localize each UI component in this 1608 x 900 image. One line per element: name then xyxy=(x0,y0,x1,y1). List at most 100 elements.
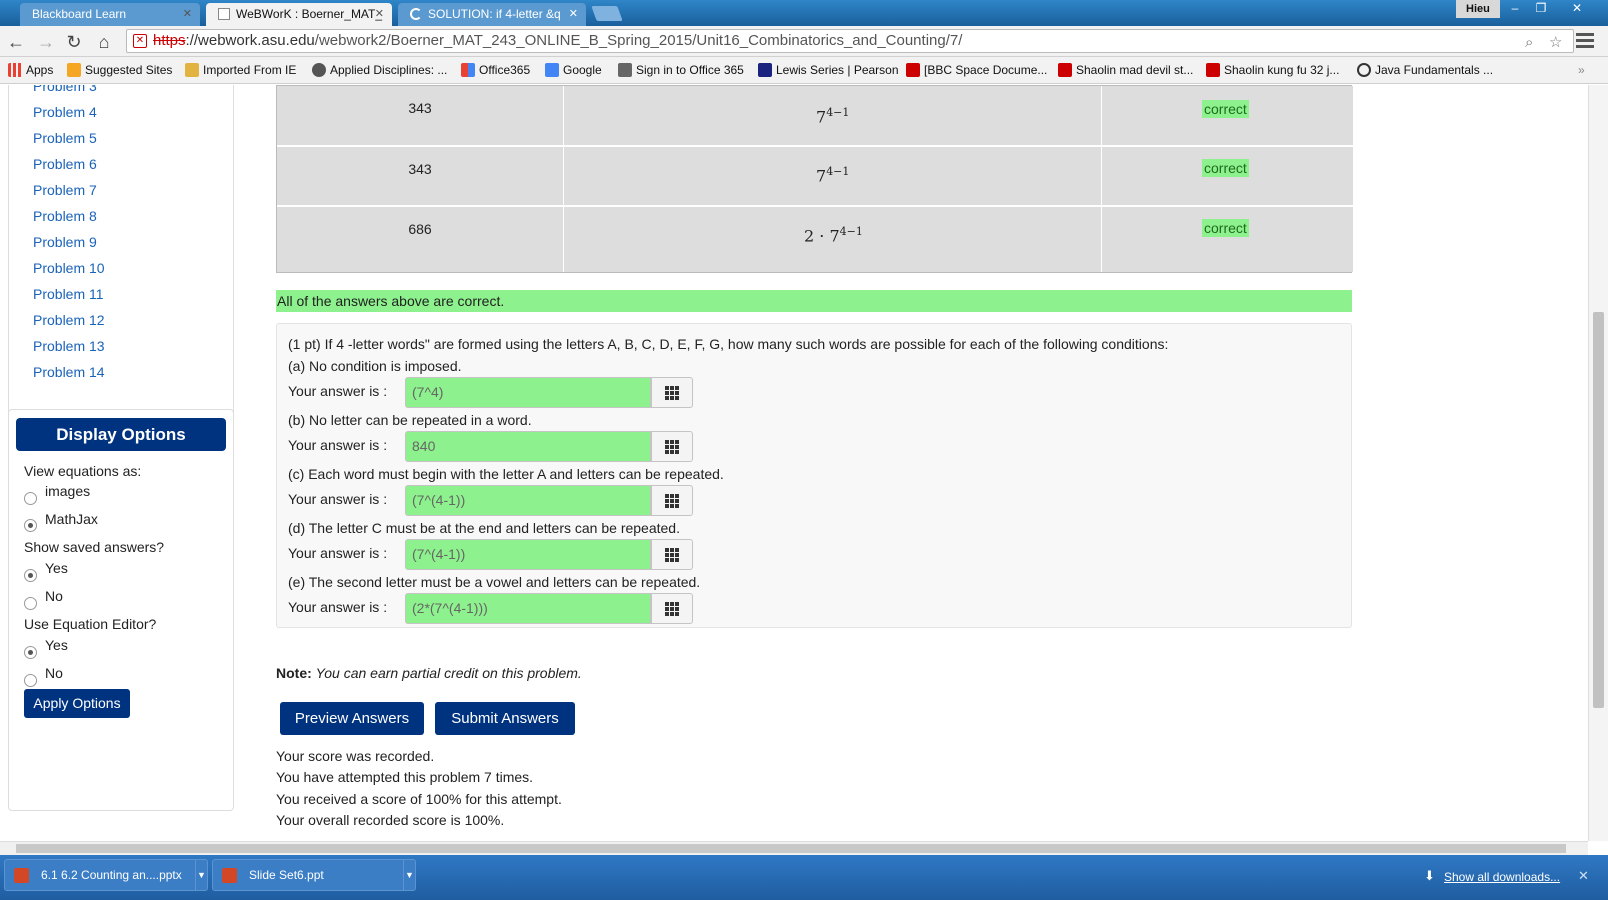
radio-saved-no[interactable] xyxy=(24,597,37,610)
bookmark-google[interactable]: Google xyxy=(545,62,602,78)
bookmark-label: Suggested Sites xyxy=(85,63,173,77)
browser-toolbar: ← → ↻ ⌂ ✕ https://webwork.asu.edu/webwor… xyxy=(0,26,1608,57)
page-icon xyxy=(218,8,230,20)
restore-icon[interactable]: ❐ xyxy=(1528,0,1554,18)
problem-link-4[interactable]: Problem 4 xyxy=(33,104,97,120)
display-options-title: Display Options xyxy=(16,418,226,451)
answer-input-c[interactable]: (7^(4-1)) xyxy=(405,485,651,516)
globe-icon xyxy=(312,63,326,77)
tab-solution[interactable]: SOLUTION: if 4-letter &q ✕ xyxy=(398,3,586,26)
horizontal-scrollbar[interactable] xyxy=(0,841,1588,855)
radio-saved-no-label: No xyxy=(45,588,63,604)
bookmarks-bar: Apps Suggested Sites Imported From IE Ap… xyxy=(0,57,1608,84)
apps-grid-icon xyxy=(8,63,22,77)
bookmark-imported-ie[interactable]: Imported From IE xyxy=(185,62,296,78)
answer-input-d[interactable]: (7^(4-1)) xyxy=(405,539,651,570)
equation-editor-button[interactable] xyxy=(651,485,693,516)
insecure-lock-icon[interactable]: ✕ xyxy=(133,34,147,48)
radio-images[interactable] xyxy=(24,492,37,505)
minimize-icon[interactable]: – xyxy=(1502,0,1528,18)
vertical-scrollbar[interactable] xyxy=(1588,85,1608,841)
bookmark-apps[interactable]: Apps xyxy=(8,62,53,78)
answer-preview: 74−1 xyxy=(816,165,849,185)
bookmark-shaolin-kung-fu[interactable]: Shaolin kung fu 32 j... xyxy=(1206,62,1339,78)
scrollbar-thumb[interactable] xyxy=(16,844,1566,853)
preview-answers-button[interactable]: Preview Answers xyxy=(280,702,424,735)
close-icon[interactable]: ✕ xyxy=(1578,868,1589,884)
star-icon[interactable]: ☆ xyxy=(1549,32,1562,52)
radio-mathjax[interactable] xyxy=(24,519,37,532)
equation-editor-button[interactable] xyxy=(651,377,693,408)
problem-statement: (1 pt) If 4 -letter words" are formed us… xyxy=(288,336,1169,352)
problem-link-8[interactable]: Problem 8 xyxy=(33,208,97,224)
menu-icon[interactable] xyxy=(1576,33,1594,49)
problem-link-13[interactable]: Problem 13 xyxy=(33,338,105,354)
bookmark-label: Applied Disciplines: ... xyxy=(330,63,448,77)
problem-link-3[interactable]: Problem 3 xyxy=(33,85,97,94)
equation-editor-button[interactable] xyxy=(651,431,693,462)
home-icon[interactable]: ⌂ xyxy=(92,30,116,54)
radio-editor-yes[interactable] xyxy=(24,646,37,659)
problem-link-12[interactable]: Problem 12 xyxy=(33,312,105,328)
close-icon[interactable]: ✕ xyxy=(183,3,192,25)
answer-input-a[interactable]: (7^4) xyxy=(405,377,651,408)
new-tab-button[interactable] xyxy=(591,6,623,21)
show-all-downloads-link[interactable]: Show all downloads... xyxy=(1444,870,1560,884)
radio-editor-no[interactable] xyxy=(24,674,37,687)
bookmark-lewis-series[interactable]: Lewis Series | Pearson xyxy=(758,62,899,78)
close-icon[interactable]: ✕ xyxy=(569,3,578,25)
equation-editor-button[interactable] xyxy=(651,593,693,624)
bookmark-shaolin-mad-devil[interactable]: Shaolin mad devil st... xyxy=(1058,62,1193,78)
bookmark-suggested-sites[interactable]: Suggested Sites xyxy=(67,62,172,78)
bookmark-office365[interactable]: Office365 xyxy=(461,62,530,78)
bookmark-java-fundamentals[interactable]: Java Fundamentals ... xyxy=(1357,62,1493,78)
radio-saved-yes[interactable] xyxy=(24,569,37,582)
search-icon[interactable]: ⌕ xyxy=(1525,32,1533,52)
tab-label: WeBWorK : Boerner_MAT_ xyxy=(236,7,383,21)
close-icon[interactable]: ✕ xyxy=(375,3,384,25)
problem-link-10[interactable]: Problem 10 xyxy=(33,260,105,276)
score-message: You received a score of 100% for this at… xyxy=(276,791,562,807)
bookmark-office365-signin[interactable]: Sign in to Office 365 xyxy=(618,62,744,78)
profile-name[interactable]: Hieu xyxy=(1456,0,1500,18)
submit-answers-button[interactable]: Submit Answers xyxy=(435,702,575,735)
radio-editor-no-label: No xyxy=(45,665,63,681)
correct-badge: correct xyxy=(1202,159,1249,177)
bookmark-bbc-space[interactable]: [BBC Space Docume... xyxy=(906,62,1047,78)
problem-link-9[interactable]: Problem 9 xyxy=(33,234,97,250)
bookmark-label: Shaolin kung fu 32 j... xyxy=(1224,63,1340,77)
radio-saved-yes-label: Yes xyxy=(45,560,68,576)
problem-link-6[interactable]: Problem 6 xyxy=(33,156,97,172)
ring-icon xyxy=(1357,63,1371,77)
chevron-down-icon[interactable]: ▼ xyxy=(403,860,415,890)
tab-label: SOLUTION: if 4-letter &q xyxy=(428,7,561,21)
download-item[interactable]: 6.1 6.2 Counting an....pptx ▼ xyxy=(4,859,208,891)
forward-icon[interactable]: → xyxy=(34,30,58,54)
close-window-icon[interactable]: ✕ xyxy=(1560,0,1594,18)
scrollbar-thumb[interactable] xyxy=(1593,312,1604,708)
youtube-icon xyxy=(1058,63,1072,77)
table-cell-result: correct xyxy=(1102,86,1353,147)
chevron-down-icon[interactable]: ▼ xyxy=(195,860,207,890)
reload-icon[interactable]: ↻ xyxy=(62,30,86,54)
download-item[interactable]: Slide Set6.ppt ▼ xyxy=(212,859,416,891)
problem-link-11[interactable]: Problem 11 xyxy=(33,286,104,302)
answer-input-b[interactable]: 840 xyxy=(405,431,651,462)
table-cell-result: correct xyxy=(1102,147,1353,207)
equation-editor-button[interactable] xyxy=(651,539,693,570)
problem-link-14[interactable]: Problem 14 xyxy=(33,364,105,380)
score-message: Your overall recorded score is 100%. xyxy=(276,812,505,828)
problem-link-7[interactable]: Problem 7 xyxy=(33,182,97,198)
answer-label: Your answer is : xyxy=(288,383,388,399)
apply-options-button[interactable]: Apply Options xyxy=(24,689,130,718)
answer-input-e[interactable]: (2*(7^(4-1))) xyxy=(405,593,651,624)
powerpoint-icon xyxy=(14,868,29,883)
bookmark-label: Lewis Series | Pearson xyxy=(776,63,899,77)
tab-blackboard[interactable]: Blackboard Learn ✕ xyxy=(20,3,200,26)
back-icon[interactable]: ← xyxy=(4,30,28,54)
bookmarks-overflow-icon[interactable]: » xyxy=(1578,62,1585,78)
tab-webwork[interactable]: WeBWorK : Boerner_MAT_ ✕ xyxy=(206,3,392,26)
address-bar[interactable]: ✕ https://webwork.asu.edu/webwork2/Boern… xyxy=(126,29,1574,53)
bookmark-applied-disciplines[interactable]: Applied Disciplines: ... xyxy=(312,62,447,78)
problem-link-5[interactable]: Problem 5 xyxy=(33,130,97,146)
